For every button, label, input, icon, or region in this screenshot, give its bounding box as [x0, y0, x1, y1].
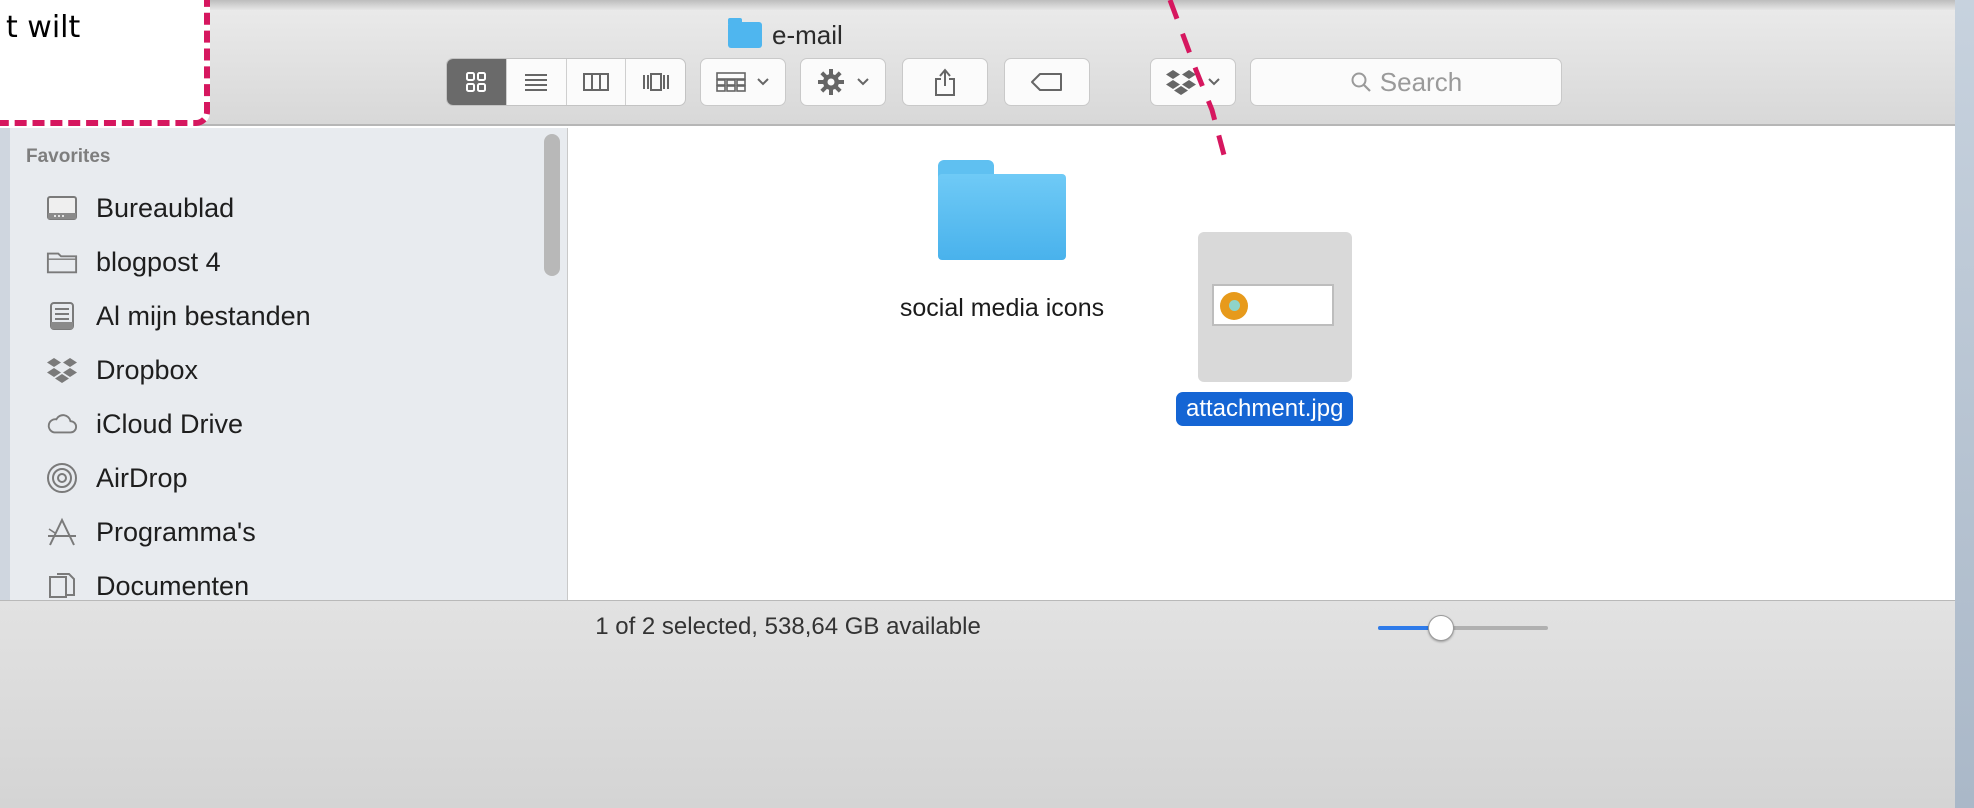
- applications-icon: [46, 516, 78, 548]
- sidebar-item-label: Bureaublad: [96, 192, 235, 223]
- sidebar-item-label: AirDrop: [96, 462, 188, 493]
- sidebar-item-airdrop[interactable]: AirDrop: [46, 458, 188, 498]
- sidebar-item-label: Al mijn bestanden: [96, 300, 311, 331]
- dropbox-icon: [46, 354, 78, 386]
- folder-item-icon[interactable]: [938, 160, 1066, 260]
- sidebar-item-label: blogpost 4: [96, 246, 221, 277]
- sidebar-item-programmas[interactable]: Programma's: [46, 512, 256, 552]
- sidebar: Favorites Bureaublad blogpost 4 Al mijn …: [0, 128, 568, 600]
- sidebar-item-documenten[interactable]: Documenten: [46, 566, 249, 600]
- sidebar-item-al-mijn-bestanden[interactable]: Al mijn bestanden: [46, 296, 311, 336]
- search-input[interactable]: Search: [1250, 58, 1562, 106]
- share-button[interactable]: [902, 58, 988, 106]
- folder-icon: [46, 246, 78, 278]
- image-thumbnail[interactable]: [1212, 284, 1334, 326]
- sidebar-item-bureaublad[interactable]: Bureaublad: [46, 188, 234, 228]
- finder-window: e-mail Search Favorites Bureaublad blogp…: [0, 0, 1960, 808]
- list-view-icon: [525, 74, 548, 91]
- chevron-down-icon: [857, 78, 869, 86]
- share-icon: [935, 68, 955, 96]
- desktop-background: [1955, 0, 1974, 808]
- cloud-icon: [46, 408, 78, 440]
- status-bar: 1 of 2 selected, 538,64 GB available: [0, 600, 1960, 808]
- toolbar: e-mail Search: [0, 0, 1960, 126]
- search-placeholder: Search: [1379, 66, 1463, 97]
- sidebar-item-dropbox[interactable]: Dropbox: [46, 350, 198, 390]
- sidebar-item-blogpost-4[interactable]: blogpost 4: [46, 242, 221, 282]
- sidebar-heading-favorites: Favorites: [26, 146, 111, 167]
- sidebar-item-label: Dropbox: [96, 354, 199, 385]
- sidebar-item-label: Programma's: [96, 516, 256, 547]
- documents-icon: [46, 570, 78, 600]
- action-button[interactable]: [800, 58, 886, 106]
- arrange-button[interactable]: [700, 58, 786, 106]
- column-view-icon: [582, 73, 609, 91]
- status-text: 1 of 2 selected, 538,64 GB available: [595, 613, 981, 640]
- cover-flow-icon: [642, 73, 669, 91]
- sidebar-item-label: Documenten: [96, 570, 250, 601]
- folder-body: [938, 174, 1066, 260]
- column-view-button[interactable]: [567, 59, 627, 105]
- window-title-text: e-mail: [772, 19, 843, 50]
- annotation-callout: t wilt: [0, 0, 210, 126]
- sidebar-item-label: iCloud Drive: [96, 408, 244, 439]
- list-view-button[interactable]: [507, 59, 567, 105]
- gear-icon: [818, 69, 844, 95]
- slider-knob[interactable]: [1428, 615, 1455, 641]
- title-bar-edge: [0, 0, 1960, 10]
- all-files-icon: [46, 300, 78, 332]
- icon-view-icon: [466, 72, 487, 92]
- chevron-down-icon: [757, 78, 769, 86]
- window-title: e-mail: [728, 18, 843, 52]
- dropbox-button[interactable]: [1150, 58, 1236, 106]
- tag-icon: [1031, 73, 1062, 91]
- tag-button[interactable]: [1004, 58, 1090, 106]
- logo-icon: [1220, 292, 1248, 320]
- view-mode-control: [446, 58, 686, 106]
- callout-text: t wilt: [6, 10, 81, 45]
- sidebar-scrollbar[interactable]: [544, 134, 560, 276]
- file-item-label[interactable]: attachment.jpg: [1176, 392, 1354, 426]
- airdrop-icon: [46, 462, 78, 494]
- sidebar-item-icloud-drive[interactable]: iCloud Drive: [46, 404, 243, 444]
- folder-icon: [728, 18, 762, 48]
- cover-flow-button[interactable]: [626, 59, 685, 105]
- desktop-icon: [46, 192, 78, 224]
- search-icon: [1351, 72, 1371, 92]
- arrange-grid-icon: [716, 72, 746, 92]
- dropbox-icon: [1166, 70, 1196, 95]
- folder-item-label[interactable]: social media icons: [870, 294, 1134, 323]
- icon-size-slider[interactable]: [1378, 615, 1548, 641]
- chevron-down-icon: [1208, 78, 1220, 86]
- icon-view-button[interactable]: [447, 59, 507, 105]
